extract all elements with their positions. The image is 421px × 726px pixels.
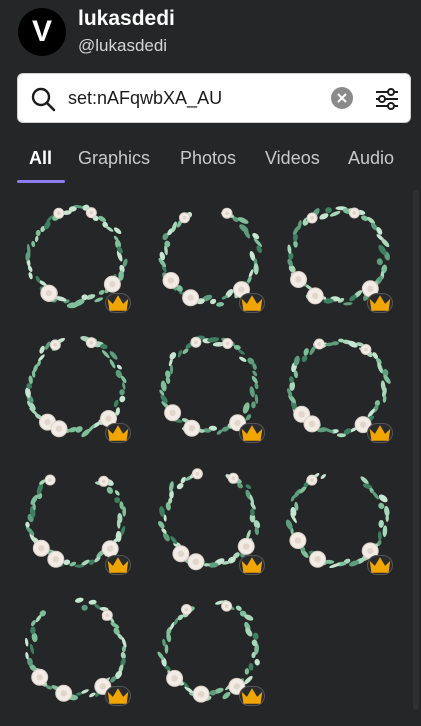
- premium-crown-icon: [367, 555, 393, 575]
- active-tab-indicator: [17, 180, 65, 183]
- result-tile[interactable]: [15, 195, 137, 317]
- premium-crown-icon: [105, 423, 131, 443]
- user-name: lukasdedi: [78, 7, 175, 30]
- result-tile[interactable]: [15, 325, 137, 447]
- result-tile[interactable]: [277, 325, 399, 447]
- category-tabs: All Graphics Photos Videos Audio: [0, 142, 421, 184]
- avatar[interactable]: V: [18, 8, 66, 56]
- result-tile[interactable]: [277, 457, 399, 579]
- tab-audio[interactable]: Audio: [348, 148, 394, 169]
- filter-icon[interactable]: [373, 85, 401, 113]
- premium-crown-icon: [239, 555, 265, 575]
- tab-all[interactable]: All: [29, 148, 52, 169]
- premium-crown-icon: [105, 293, 131, 313]
- result-tile[interactable]: [15, 588, 137, 710]
- search-icon[interactable]: [30, 86, 56, 112]
- result-tile[interactable]: [149, 195, 271, 317]
- premium-crown-icon: [367, 423, 393, 443]
- search-bar[interactable]: [17, 73, 411, 123]
- user-info: lukasdedi @lukasdedi: [78, 6, 175, 58]
- premium-crown-icon: [239, 686, 265, 706]
- avatar-letter: V: [31, 15, 52, 48]
- premium-crown-icon: [239, 423, 265, 443]
- premium-crown-icon: [105, 686, 131, 706]
- premium-crown-icon: [239, 293, 265, 313]
- result-tile[interactable]: [149, 457, 271, 579]
- tab-photos[interactable]: Photos: [180, 148, 236, 169]
- profile-header: V lukasdedi @lukasdedi: [18, 6, 175, 58]
- user-handle: @lukasdedi: [78, 36, 168, 55]
- result-tile[interactable]: [149, 588, 271, 710]
- clear-icon[interactable]: [331, 87, 353, 109]
- premium-crown-icon: [105, 555, 131, 575]
- result-tile[interactable]: [149, 325, 271, 447]
- scrollbar[interactable]: [413, 190, 419, 710]
- result-tile[interactable]: [15, 457, 137, 579]
- tab-videos[interactable]: Videos: [265, 148, 320, 169]
- result-tile[interactable]: [277, 195, 399, 317]
- search-input[interactable]: [68, 82, 328, 114]
- tab-graphics[interactable]: Graphics: [78, 148, 150, 169]
- premium-crown-icon: [367, 293, 393, 313]
